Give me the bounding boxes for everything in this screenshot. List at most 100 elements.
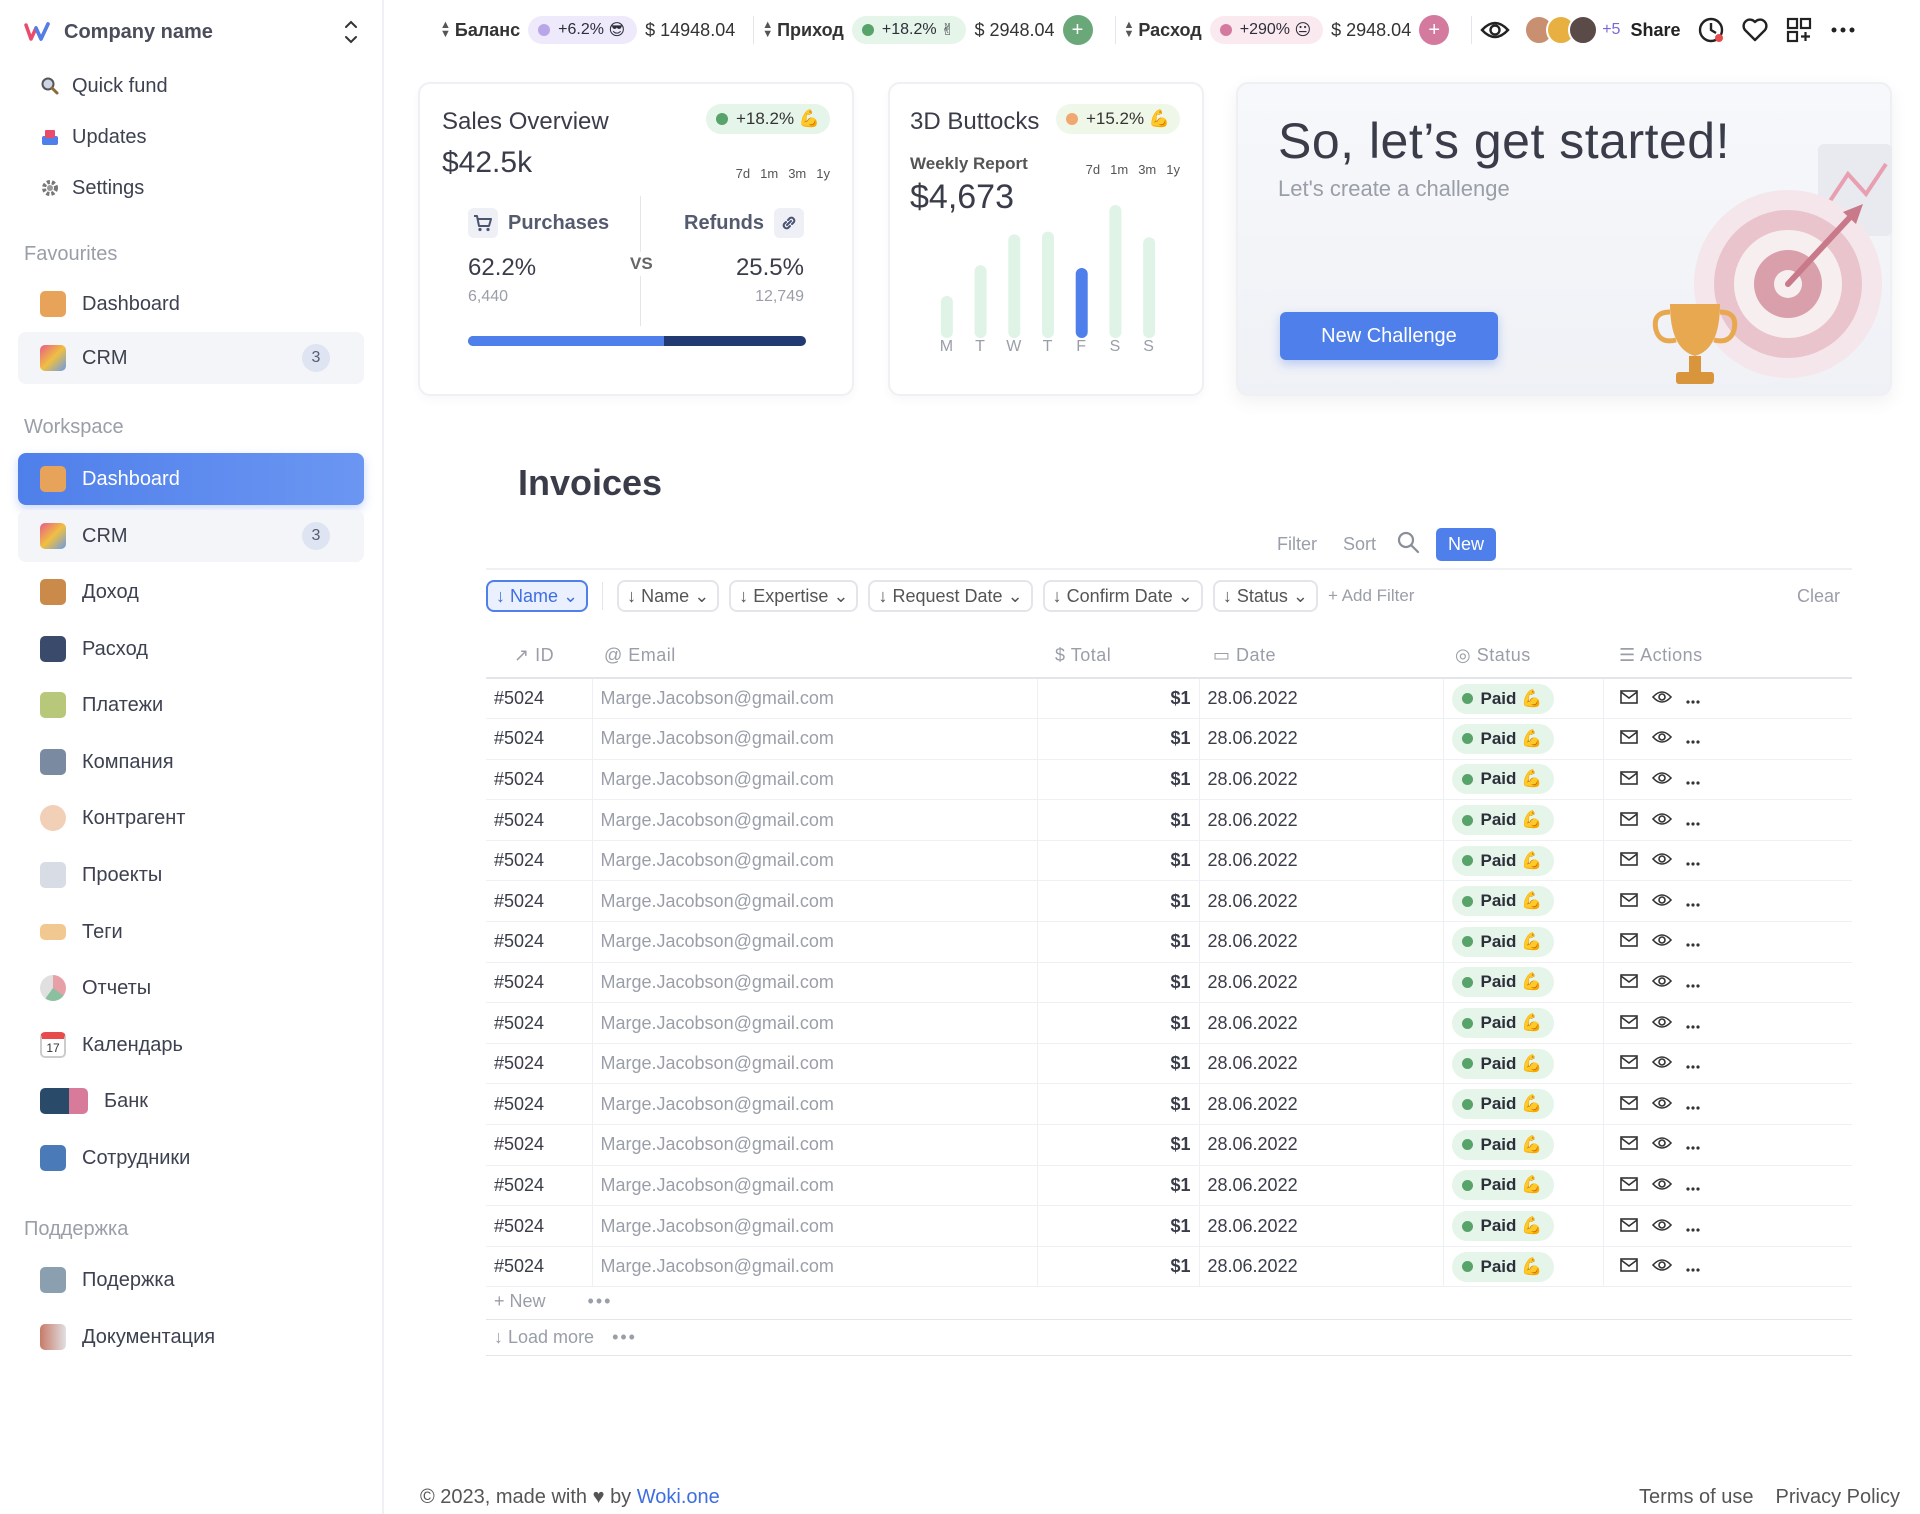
- table-row[interactable]: #5024 Marge.Jacobson@gmail.com $1 28.06.…: [486, 921, 1852, 963]
- table-row[interactable]: #5024 Marge.Jacobson@gmail.com $1 28.06.…: [486, 678, 1852, 720]
- sidebar-item-counterparty[interactable]: Контрагент: [18, 792, 364, 844]
- sidebar-item-settings[interactable]: Settings: [18, 162, 364, 214]
- more-icon[interactable]: [1685, 769, 1700, 790]
- table-row[interactable]: #5024 Marge.Jacobson@gmail.com $1 28.06.…: [486, 1165, 1852, 1207]
- sidebar-item-docs[interactable]: Документация: [18, 1311, 364, 1363]
- mail-icon[interactable]: [1619, 1013, 1638, 1034]
- sort-button[interactable]: Sort: [1343, 534, 1376, 555]
- eye-icon[interactable]: [1651, 1013, 1672, 1034]
- table-row[interactable]: #5024 Marge.Jacobson@gmail.com $1 28.06.…: [486, 799, 1852, 841]
- eye-icon[interactable]: [1651, 1216, 1672, 1237]
- sidebar-item-crm[interactable]: CRM 3: [18, 510, 364, 562]
- sidebar-item-employees[interactable]: Сотрудники: [18, 1132, 364, 1184]
- more-icon[interactable]: [1685, 1216, 1700, 1237]
- sidebar-item-quick-fund[interactable]: Quick fund: [18, 60, 364, 112]
- period-1m[interactable]: 1m: [1110, 162, 1128, 177]
- table-row[interactable]: #5024 Marge.Jacobson@gmail.com $1 28.06.…: [486, 718, 1852, 760]
- eye-icon[interactable]: [1651, 850, 1672, 871]
- clock-icon[interactable]: [1696, 15, 1726, 45]
- period-1y[interactable]: 1y: [816, 166, 830, 181]
- sidebar-item-tags[interactable]: Теги: [18, 906, 364, 958]
- privacy-link[interactable]: Privacy Policy: [1776, 1486, 1900, 1509]
- table-row[interactable]: #5024 Marge.Jacobson@gmail.com $1 28.06.…: [486, 1002, 1852, 1044]
- chevron-updown-icon[interactable]: [344, 19, 358, 45]
- mail-icon[interactable]: [1619, 891, 1638, 912]
- more-icon[interactable]: [1685, 810, 1700, 831]
- mail-icon[interactable]: [1619, 1175, 1638, 1196]
- table-row[interactable]: #5024 Marge.Jacobson@gmail.com $1 28.06.…: [486, 880, 1852, 923]
- column-header-id[interactable]: ↗ ID: [486, 634, 592, 679]
- eye-icon[interactable]: [1651, 728, 1672, 749]
- more-icon[interactable]: [1685, 1094, 1700, 1115]
- more-icon[interactable]: •••: [588, 1291, 613, 1312]
- add-row[interactable]: + New •••: [486, 1284, 1852, 1320]
- column-header-status[interactable]: ◎ Status: [1443, 634, 1603, 679]
- new-challenge-button[interactable]: New Challenge: [1280, 312, 1498, 360]
- more-icon[interactable]: [1685, 891, 1700, 912]
- column-header-total[interactable]: $ Total: [1037, 634, 1199, 679]
- more-icon[interactable]: [1685, 1175, 1700, 1196]
- mail-icon[interactable]: [1619, 688, 1638, 709]
- table-row[interactable]: #5024 Marge.Jacobson@gmail.com $1 28.06.…: [486, 1043, 1852, 1085]
- add-income-button[interactable]: +: [1062, 15, 1093, 45]
- search-icon[interactable]: [1396, 530, 1420, 559]
- eye-icon[interactable]: [1651, 891, 1672, 912]
- column-header-actions[interactable]: ☰ Actions: [1603, 634, 1852, 679]
- period-7d[interactable]: 7d: [1086, 162, 1100, 177]
- load-more-button[interactable]: ↓ Load more: [494, 1327, 594, 1348]
- table-row[interactable]: #5024 Marge.Jacobson@gmail.com $1 28.06.…: [486, 962, 1852, 1004]
- sidebar-item-expense[interactable]: Расход: [18, 623, 364, 675]
- table-row[interactable]: #5024 Marge.Jacobson@gmail.com $1 28.06.…: [486, 1246, 1852, 1288]
- table-row[interactable]: #5024 Marge.Jacobson@gmail.com $1 28.06.…: [486, 1205, 1852, 1247]
- more-icon[interactable]: •••: [612, 1327, 637, 1348]
- sidebar-item-projects[interactable]: Проекты: [18, 849, 364, 901]
- brand-link[interactable]: Woki.one: [637, 1486, 720, 1508]
- sidebar-item-payments[interactable]: Платежи: [18, 679, 364, 731]
- filter-chip-status[interactable]: ↓ Status ⌄: [1212, 580, 1318, 612]
- sidebar-item-fav-crm[interactable]: CRM 3: [18, 332, 364, 384]
- more-icon[interactable]: [1685, 1053, 1700, 1074]
- mail-icon[interactable]: [1619, 1134, 1638, 1155]
- sidebar-item-company[interactable]: Компания: [18, 736, 364, 788]
- eye-icon[interactable]: [1651, 810, 1672, 831]
- sidebar-item-income[interactable]: Доход: [18, 566, 364, 618]
- filter-chip-name-active[interactable]: ↓ Name ⌄: [486, 580, 589, 612]
- load-more-row[interactable]: ↓ Load more •••: [486, 1320, 1852, 1356]
- column-header-date[interactable]: ▭ Date: [1199, 634, 1443, 679]
- eye-icon[interactable]: [1651, 1094, 1672, 1115]
- mail-icon[interactable]: [1619, 931, 1638, 952]
- mail-icon[interactable]: [1619, 769, 1638, 790]
- mail-icon[interactable]: [1619, 972, 1638, 993]
- more-icon[interactable]: [1685, 850, 1700, 871]
- mail-icon[interactable]: [1619, 850, 1638, 871]
- new-invoice-button[interactable]: New: [1435, 528, 1496, 561]
- period-7d[interactable]: 7d: [736, 166, 750, 181]
- sidebar-item-dashboard[interactable]: Dashboard: [18, 453, 364, 505]
- eye-icon[interactable]: [1651, 1134, 1672, 1155]
- column-header-email[interactable]: @ Email: [592, 634, 1037, 679]
- clear-filters-button[interactable]: Clear: [1797, 586, 1840, 607]
- period-3m[interactable]: 3m: [1138, 162, 1156, 177]
- filter-chip-request-date[interactable]: ↓ Request Date ⌄: [868, 580, 1033, 612]
- mail-icon[interactable]: [1619, 1216, 1638, 1237]
- more-icon[interactable]: [1685, 1134, 1700, 1155]
- mail-icon[interactable]: [1619, 728, 1638, 749]
- sidebar-item-updates[interactable]: Updates: [18, 111, 364, 163]
- eye-icon[interactable]: [1480, 15, 1510, 45]
- table-row[interactable]: #5024 Marge.Jacobson@gmail.com $1 28.06.…: [486, 1083, 1852, 1126]
- table-row[interactable]: #5024 Marge.Jacobson@gmail.com $1 28.06.…: [486, 840, 1852, 882]
- more-icon[interactable]: [1685, 931, 1700, 952]
- more-icon[interactable]: [1685, 1256, 1700, 1277]
- sidebar-item-fav-dashboard[interactable]: Dashboard: [18, 278, 364, 330]
- period-3m[interactable]: 3m: [788, 166, 806, 181]
- period-1m[interactable]: 1m: [760, 166, 778, 181]
- mail-icon[interactable]: [1619, 810, 1638, 831]
- eye-icon[interactable]: [1651, 1053, 1672, 1074]
- mail-icon[interactable]: [1619, 1094, 1638, 1115]
- terms-link[interactable]: Terms of use: [1639, 1486, 1753, 1509]
- company-switcher[interactable]: Company name: [24, 14, 364, 50]
- sidebar-item-calendar[interactable]: 17 Календарь: [18, 1019, 364, 1071]
- eye-icon[interactable]: [1651, 1175, 1672, 1196]
- add-widget-icon[interactable]: [1784, 15, 1814, 45]
- eye-icon[interactable]: [1651, 972, 1672, 993]
